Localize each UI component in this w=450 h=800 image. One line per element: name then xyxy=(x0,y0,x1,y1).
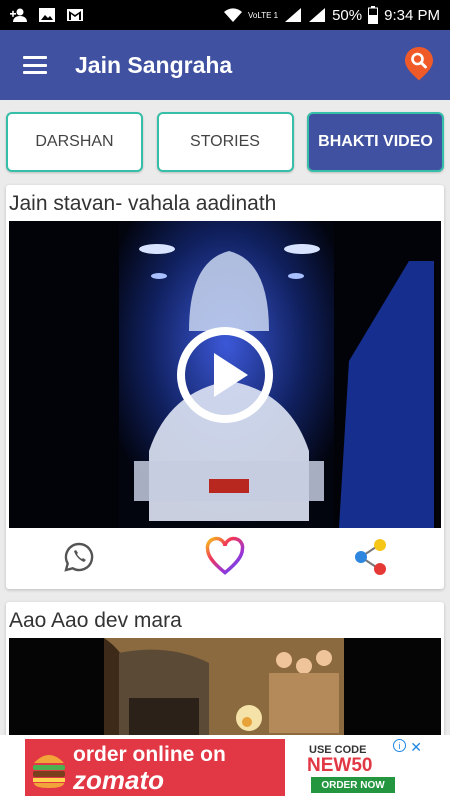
share-button[interactable] xyxy=(351,535,391,579)
whatsapp-icon xyxy=(64,542,94,572)
ad-banner[interactable]: order online on zomato USE CODE NEW50 OR… xyxy=(0,735,450,800)
status-left xyxy=(10,7,84,23)
clock: 9:34 PM xyxy=(384,6,440,24)
video-title: Jain stavan- vahala aadinath xyxy=(9,192,277,215)
volte-label: VoLTE 1 xyxy=(248,10,279,20)
search-icon xyxy=(405,47,433,81)
status-bar: VoLTE 1 50% 9:34 PM xyxy=(0,0,450,30)
ad-order-now-button[interactable]: ORDER NOW xyxy=(311,777,395,793)
signal-icon xyxy=(285,8,302,22)
status-right: VoLTE 1 50% 9:34 PM xyxy=(224,6,440,24)
gmail-icon xyxy=(67,9,83,21)
battery-percent: 50% xyxy=(332,6,363,24)
share-icon xyxy=(355,538,386,575)
ad-headline: order online on xyxy=(73,743,226,766)
hamburger-menu-icon[interactable] xyxy=(23,56,47,74)
whatsapp-share-button[interactable] xyxy=(59,535,99,579)
video-card: Aao Aao dev mara xyxy=(6,602,444,742)
wifi-icon xyxy=(224,8,242,22)
burger-icon xyxy=(33,755,65,788)
video-title: Aao Aao dev mara xyxy=(9,609,182,632)
category-tabs: DARSHAN STORIES BHAKTI VIDEO xyxy=(6,112,444,172)
video-thumbnail[interactable] xyxy=(9,638,441,742)
video-actions xyxy=(6,528,444,585)
temple-image xyxy=(104,638,344,742)
tab-bhakti-video[interactable]: BHAKTI VIDEO xyxy=(307,112,444,172)
play-icon[interactable] xyxy=(175,325,275,425)
tab-stories[interactable]: STORIES xyxy=(156,112,294,172)
ad-info-icon[interactable]: i xyxy=(393,739,406,752)
heart-icon xyxy=(205,536,245,575)
add-user-icon xyxy=(10,8,27,22)
video-card: Jain stavan- vahala aadinath xyxy=(6,185,444,589)
ad-brand: zomato xyxy=(73,765,164,795)
ad-close-icon[interactable]: ✕ xyxy=(410,739,422,756)
like-button[interactable] xyxy=(205,535,245,579)
search-button[interactable] xyxy=(404,46,434,82)
signal-2-icon xyxy=(309,8,326,22)
app-bar: Jain Sangraha xyxy=(0,30,450,100)
battery-icon xyxy=(368,6,379,24)
ad-promo-code: NEW50 xyxy=(307,755,373,776)
zomato-ad[interactable]: order online on zomato USE CODE NEW50 OR… xyxy=(25,739,425,796)
video-thumbnail[interactable] xyxy=(9,221,441,528)
gallery-icon xyxy=(39,8,55,22)
app-title: Jain Sangraha xyxy=(75,52,233,78)
tab-darshan[interactable]: DARSHAN xyxy=(6,112,143,172)
